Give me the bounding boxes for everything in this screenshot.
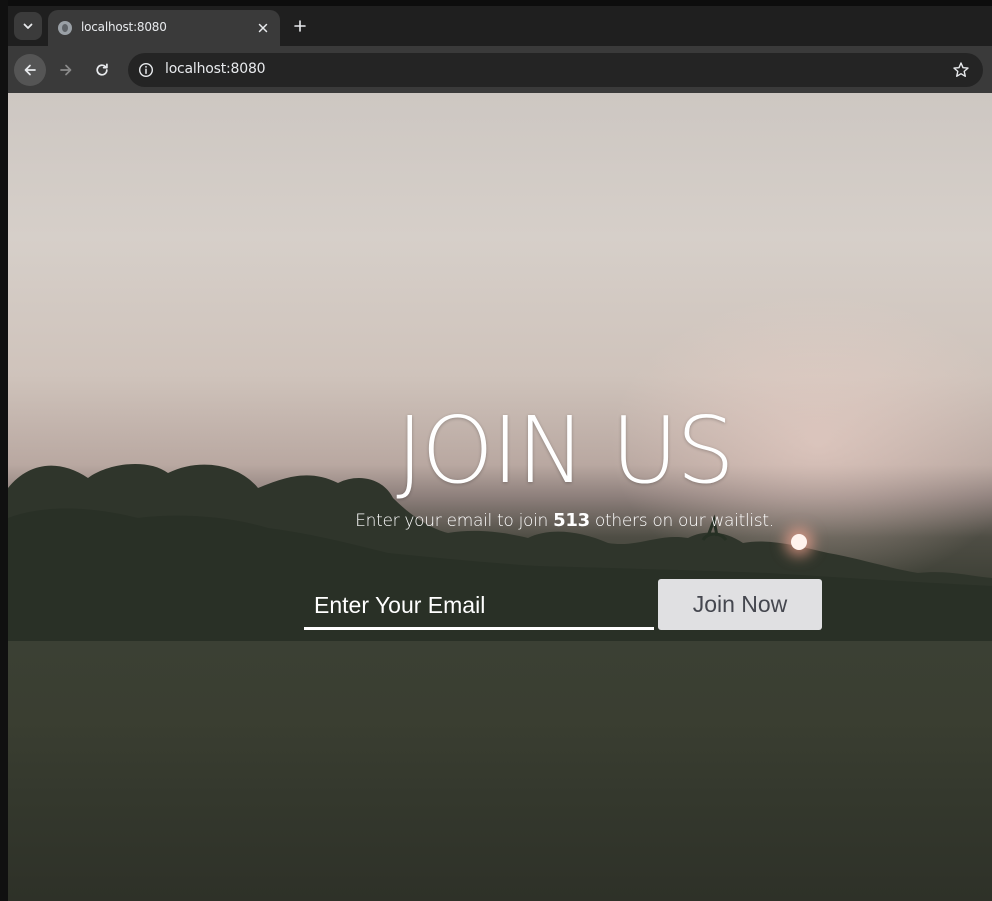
page-viewport: JOIN US Enter your email to join 513 oth… [8, 93, 992, 901]
tab-search-button[interactable] [14, 12, 42, 40]
arrow-left-icon [24, 64, 36, 76]
back-button[interactable] [14, 54, 46, 86]
tab-title: localhost:8080 [81, 20, 167, 34]
forward-button[interactable] [50, 54, 82, 86]
hero-subtitle: Enter your email to join 513 others on o… [8, 510, 992, 531]
browser-toolbar: localhost:8080 [8, 46, 992, 93]
grass-field [8, 641, 992, 901]
globe-icon [58, 21, 72, 35]
email-input[interactable] [304, 583, 654, 630]
tab-strip: localhost:8080 [8, 6, 992, 46]
info-icon [138, 62, 154, 78]
address-bar[interactable]: localhost:8080 [128, 53, 983, 87]
reload-icon [96, 63, 108, 76]
plus-icon [294, 20, 306, 32]
subtitle-prefix: Enter your email to join [355, 511, 554, 531]
arrow-right-icon [60, 64, 72, 76]
url-text: localhost:8080 [165, 61, 266, 77]
sun [791, 534, 807, 550]
subtitle-suffix: others on our waitlist. [589, 511, 774, 531]
close-icon [258, 23, 268, 33]
waitlist-count: 513 [553, 510, 590, 531]
chevron-down-icon [23, 23, 33, 29]
tab-localhost[interactable]: localhost:8080 [48, 10, 280, 46]
tab-close-button[interactable] [254, 19, 272, 37]
new-tab-button[interactable] [290, 16, 310, 36]
site-info-button[interactable] [136, 60, 156, 80]
star-icon [953, 62, 969, 77]
hero-title: JOIN US [396, 397, 734, 504]
reload-button[interactable] [86, 54, 118, 86]
bookmark-button[interactable] [951, 60, 971, 80]
join-now-button[interactable]: Join Now [658, 579, 822, 630]
window-edge [0, 0, 8, 901]
